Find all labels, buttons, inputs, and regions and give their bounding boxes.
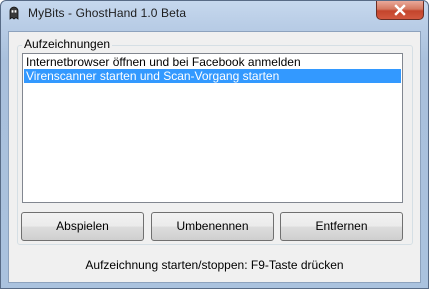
rename-button[interactable]: Umbenennen xyxy=(151,212,274,241)
close-icon xyxy=(394,4,406,16)
recordings-group-label: Aufzeichnungen xyxy=(22,37,113,51)
dialog-client-area: Aufzeichnungen Internetbrowser öffnen un… xyxy=(8,31,421,283)
list-item-selected[interactable]: Virenscanner starten und Scan-Vorgang st… xyxy=(24,69,401,83)
ghost-app-icon xyxy=(7,6,21,20)
list-item[interactable]: Internetbrowser öffnen und bei Facebook … xyxy=(24,55,401,69)
window-title: MyBits - GhostHand 1.0 Beta xyxy=(28,6,187,20)
close-button[interactable] xyxy=(376,1,424,20)
app-window: MyBits - GhostHand 1.0 Beta Aufzeichnung… xyxy=(0,0,429,289)
recordings-list[interactable]: Internetbrowser öffnen und bei Facebook … xyxy=(22,53,403,203)
remove-button[interactable]: Entfernen xyxy=(280,212,403,241)
title-bar[interactable]: MyBits - GhostHand 1.0 Beta xyxy=(1,1,428,25)
hotkey-hint-text: Aufzeichnung starten/stoppen: F9-Taste d… xyxy=(85,258,344,272)
play-button[interactable]: Abspielen xyxy=(21,212,144,241)
